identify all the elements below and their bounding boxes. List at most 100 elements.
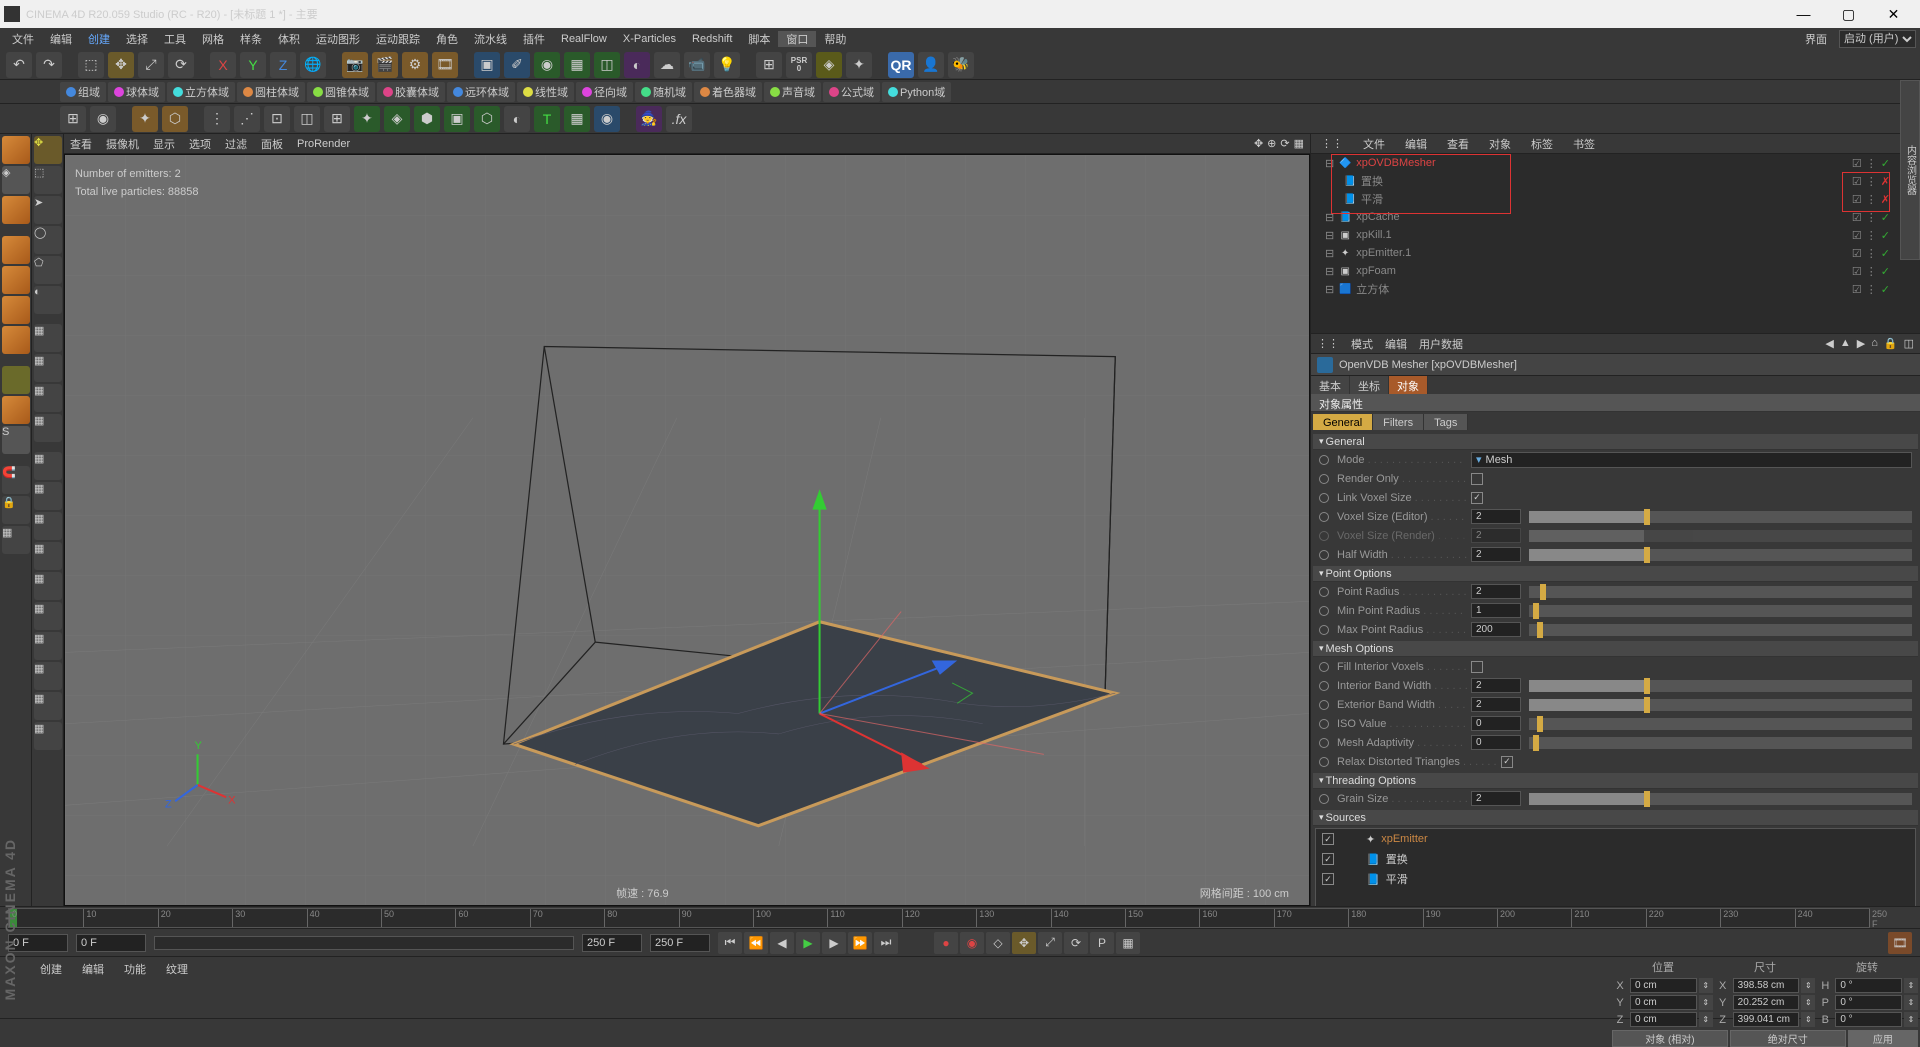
om-bookmarks[interactable]: 书签 [1567, 134, 1601, 154]
content-browser-button[interactable]: 👤 [918, 52, 944, 78]
vp-menu-panel[interactable]: 面板 [261, 136, 283, 152]
grid-13[interactable]: ▦ [34, 692, 62, 720]
volume-button[interactable]: ◫ [594, 52, 620, 78]
menu-edit[interactable]: 编辑 [42, 31, 80, 47]
pos-X[interactable]: 0 cm [1630, 978, 1697, 993]
menu-script[interactable]: 脚本 [740, 31, 778, 47]
axis-z-button[interactable]: Z [270, 52, 296, 78]
minimize-button[interactable]: — [1781, 0, 1826, 28]
keyframe-sel-button[interactable]: ◇ [986, 932, 1010, 954]
grid-9[interactable]: ▦ [34, 572, 62, 600]
key-pos-button[interactable]: ✥ [1012, 932, 1036, 954]
grid-3[interactable]: ▦ [34, 384, 62, 412]
mode-select[interactable]: ▾Mesh [1471, 452, 1912, 468]
attr-nav-new-icon[interactable]: ◫ [1904, 337, 1914, 350]
om-edit[interactable]: 编辑 [1399, 134, 1433, 154]
field-radial[interactable]: 径向域 [576, 82, 633, 102]
axis-y-button[interactable]: Y [240, 52, 266, 78]
menu-window[interactable]: 窗口 [778, 31, 816, 47]
src-chk-0[interactable]: ✓ [1322, 833, 1334, 845]
minpr-input[interactable]: 1 [1471, 603, 1521, 618]
field-group[interactable]: 组域 [60, 82, 106, 102]
menu-xparticles[interactable]: X-Particles [615, 33, 684, 45]
menu-mesh[interactable]: 网格 [194, 31, 232, 47]
voxeled-input[interactable]: 2 [1471, 509, 1521, 524]
grid-1[interactable]: ▦ [34, 324, 62, 352]
select-tool[interactable]: ⬚ [78, 52, 104, 78]
mat-edit[interactable]: 编辑 [82, 961, 104, 1014]
attr-nav-fwd-icon[interactable]: ▶ [1857, 337, 1865, 350]
field-cube[interactable]: 立方体域 [167, 82, 235, 102]
qr-button[interactable]: QR [888, 52, 914, 78]
obj-row-5[interactable]: ⊟✦xpEmitter.1☑⋮✓ [1311, 244, 1920, 262]
om-tags[interactable]: 标签 [1525, 134, 1559, 154]
xp-tool-6[interactable]: ⋰ [234, 106, 260, 132]
live-select-button[interactable]: ⬚ [34, 166, 62, 194]
vp-menu-prorender[interactable]: ProRender [297, 138, 350, 150]
mode-anim-icon[interactable] [1319, 455, 1329, 465]
axis-x-button[interactable]: X [210, 52, 236, 78]
half-anim-icon[interactable] [1319, 550, 1329, 560]
key-rot-button[interactable]: ⟳ [1064, 932, 1088, 954]
xp-tool-1[interactable]: ⊞ [60, 106, 86, 132]
ibw-input[interactable]: 2 [1471, 678, 1521, 693]
texture-mode-button[interactable] [2, 196, 30, 224]
menu-tracking[interactable]: 运动跟踪 [368, 31, 428, 47]
xpresso-button[interactable]: ⊞ [756, 52, 782, 78]
light-button[interactable]: 💡 [714, 52, 740, 78]
world-axis-button[interactable]: 🌐 [300, 52, 326, 78]
vp-menu-camera[interactable]: 摄像机 [106, 136, 139, 152]
pos-Z[interactable]: 0 cm [1630, 1012, 1697, 1027]
grp-thread[interactable]: Threading Options [1313, 773, 1918, 789]
size-Z[interactable]: 399.041 cm [1733, 1012, 1800, 1027]
goto-start-button[interactable]: ⏮ [718, 932, 742, 954]
menu-tools[interactable]: 工具 [156, 31, 194, 47]
autokey-button[interactable]: ◉ [960, 932, 984, 954]
src-name-2[interactable]: 平滑 [1386, 871, 1408, 887]
xp-tool-2[interactable]: ◉ [90, 106, 116, 132]
xp-tool-15[interactable]: ◐ [504, 106, 530, 132]
grid-11[interactable]: ▦ [34, 632, 62, 660]
minpr-slider[interactable] [1529, 605, 1912, 617]
range-end-input[interactable]: 250 F [582, 934, 642, 952]
grid-7[interactable]: ▦ [34, 512, 62, 540]
field-linear[interactable]: 线性域 [517, 82, 574, 102]
play-button[interactable]: ▶ [796, 932, 820, 954]
mat-function[interactable]: 功能 [124, 961, 146, 1014]
object-mode-button[interactable] [2, 236, 30, 264]
arrow-tool[interactable]: ➤ [34, 196, 62, 224]
grid-6[interactable]: ▦ [34, 482, 62, 510]
pointradius-slider[interactable] [1529, 586, 1912, 598]
pos-Y[interactable]: 0 cm [1630, 995, 1697, 1010]
xp-tool-7[interactable]: ⊡ [264, 106, 290, 132]
environment-button[interactable]: ☁ [654, 52, 680, 78]
move-tool[interactable]: ✥ [108, 52, 134, 78]
adapt-slider[interactable] [1529, 737, 1912, 749]
tab-object[interactable]: 对象 [1389, 376, 1428, 394]
src-chk-1[interactable]: ✓ [1322, 853, 1334, 865]
grid-10[interactable]: ▦ [34, 602, 62, 630]
iso-input[interactable]: 0 [1471, 716, 1521, 731]
obj-row-6[interactable]: ⊟▣xpFoam☑⋮✓ [1311, 262, 1920, 280]
mograph-button[interactable]: ✦ [846, 52, 872, 78]
next-key-button[interactable]: ⏩ [848, 932, 872, 954]
menu-file[interactable]: 文件 [4, 31, 42, 47]
halfwidth-slider[interactable] [1529, 549, 1912, 561]
src-chk-2[interactable]: ✓ [1322, 873, 1334, 885]
tab-general[interactable]: General [1313, 414, 1373, 430]
xp-tool-11[interactable]: ◈ [384, 106, 410, 132]
attr-mode[interactable]: 模式 [1351, 336, 1373, 352]
xp-tool-17[interactable]: ▦ [564, 106, 590, 132]
field-capsule[interactable]: 胶囊体域 [377, 82, 445, 102]
xp-tool-13[interactable]: ▣ [444, 106, 470, 132]
relax-checkbox[interactable]: ✓ [1501, 756, 1513, 768]
om-objects[interactable]: 对象 [1483, 134, 1517, 154]
coord-mode-select[interactable]: 对象 (相对) [1612, 1030, 1728, 1047]
field-torus[interactable]: 远环体域 [447, 82, 515, 102]
edge-mode-button[interactable] [2, 296, 30, 324]
total-end-input[interactable]: 250 F [650, 934, 710, 952]
layout-select[interactable]: 启动 (用户) [1839, 30, 1916, 48]
polygon-mode-button[interactable] [2, 326, 30, 354]
move-icon[interactable]: ✥ [34, 136, 62, 164]
prev-frame-button[interactable]: ◀ [770, 932, 794, 954]
